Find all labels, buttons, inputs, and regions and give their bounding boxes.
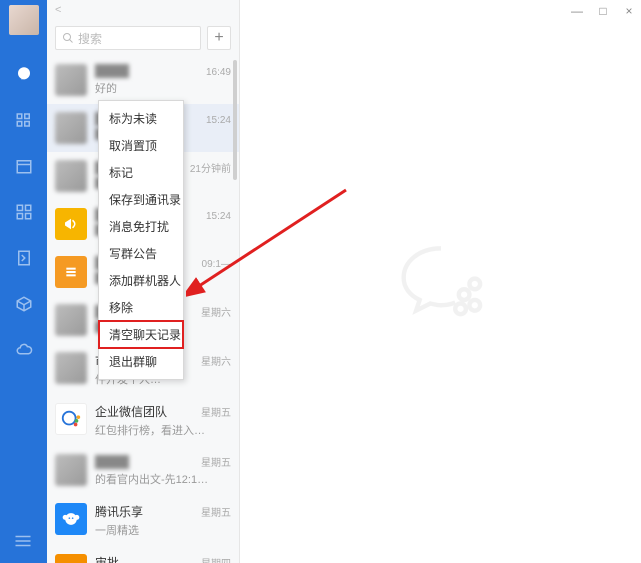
user-avatar[interactable] (9, 5, 39, 35)
chat-item[interactable]: ████ 16:49 好的 (47, 56, 239, 104)
chat-avatar[interactable] (55, 160, 87, 192)
close-button[interactable]: × (623, 4, 635, 18)
menu-item[interactable]: 写群公告 (99, 240, 183, 267)
minimize-button[interactable]: — (571, 4, 583, 18)
chat-avatar[interactable] (55, 208, 87, 240)
menu-item[interactable]: 清空聊天记录 (99, 321, 183, 348)
context-menu: 标为未读取消置顶标记保存到通讯录消息免打扰写群公告添加群机器人移除清空聊天记录退… (98, 100, 184, 380)
chat-avatar[interactable] (55, 503, 87, 535)
chat-item[interactable]: 企业微信团队 星期五红包排行榜，看进入… (47, 395, 239, 446)
chat-avatar[interactable] (55, 64, 87, 96)
chat-avatar[interactable] (55, 403, 87, 435)
calendar-icon[interactable] (15, 157, 33, 175)
menu-item[interactable]: 标为未读 (99, 105, 183, 132)
chat-avatar[interactable] (55, 112, 87, 144)
chat-time: 星期五 (201, 454, 231, 469)
chat-time: 15:24 (206, 115, 231, 126)
chat-avatar[interactable] (55, 454, 87, 486)
chat-title: ████ (95, 64, 129, 78)
chat-title: ████ (95, 455, 129, 469)
main-panel: — □ × (240, 0, 641, 563)
contacts-icon[interactable] (15, 111, 33, 129)
chat-item[interactable]: 审批星期四你的用章申请（不外… (47, 546, 239, 563)
chat-time: 星期六 (201, 304, 231, 319)
sidebar (0, 0, 47, 563)
chat-icon[interactable] (15, 65, 33, 83)
menu-item[interactable]: 保存到通讯录 (99, 186, 183, 213)
back-icon[interactable]: < (55, 4, 61, 16)
window-controls: — □ × (571, 4, 635, 18)
chat-time: 16:49 (206, 67, 231, 78)
scrollbar-thumb[interactable] (233, 60, 237, 180)
menu-item[interactable]: 标记 (99, 159, 183, 186)
chat-time: 星期六 (201, 353, 231, 368)
menu-item[interactable]: 退出群聊 (99, 348, 183, 375)
nav-icons (15, 65, 33, 359)
chat-title: 腾讯乐享 (95, 503, 143, 520)
search-placeholder: 搜索 (78, 30, 102, 47)
chat-preview: 一周精选 (95, 522, 231, 538)
chat-time: 15:24 (206, 211, 231, 222)
apps-icon[interactable] (15, 203, 33, 221)
chat-avatar[interactable] (55, 554, 87, 563)
menu-item[interactable]: 添加群机器人 (99, 267, 183, 294)
hamburger-icon[interactable] (14, 534, 32, 553)
chat-avatar[interactable] (55, 304, 87, 336)
search-input[interactable]: 搜索 (55, 26, 201, 50)
menu-item[interactable]: 移除 (99, 294, 183, 321)
chat-avatar[interactable] (55, 256, 87, 288)
chat-time: 星期五 (201, 504, 231, 519)
docs-icon[interactable] (15, 249, 33, 267)
chat-title: 审批 (95, 554, 119, 563)
chat-preview: 好的 (95, 80, 231, 96)
chat-time: 21分钟前 (190, 160, 231, 175)
search-bar: 搜索 + (47, 20, 239, 56)
chat-time: 星期五 (201, 404, 231, 419)
chat-time: 09:1— (202, 259, 231, 270)
menu-item[interactable]: 取消置顶 (99, 132, 183, 159)
chat-item[interactable]: 腾讯乐享 星期五一周精选 (47, 495, 239, 546)
box-icon[interactable] (15, 295, 33, 313)
chat-avatar[interactable] (55, 352, 87, 384)
chat-preview: 的看官内出文-先12:1… (95, 471, 231, 487)
chat-title: 企业微信团队 (95, 403, 167, 420)
add-button[interactable]: + (207, 26, 231, 50)
wecom-logo-icon (396, 239, 486, 324)
menu-item[interactable]: 消息免打扰 (99, 213, 183, 240)
chat-preview: 红包排行榜，看进入… (95, 422, 231, 438)
list-header: < (47, 0, 239, 20)
chat-item[interactable]: ████ 星期五的看官内出文-先12:1… (47, 446, 239, 495)
chat-time: 星期四 (201, 555, 231, 563)
maximize-button[interactable]: □ (597, 4, 609, 18)
cloud-icon[interactable] (15, 341, 33, 359)
